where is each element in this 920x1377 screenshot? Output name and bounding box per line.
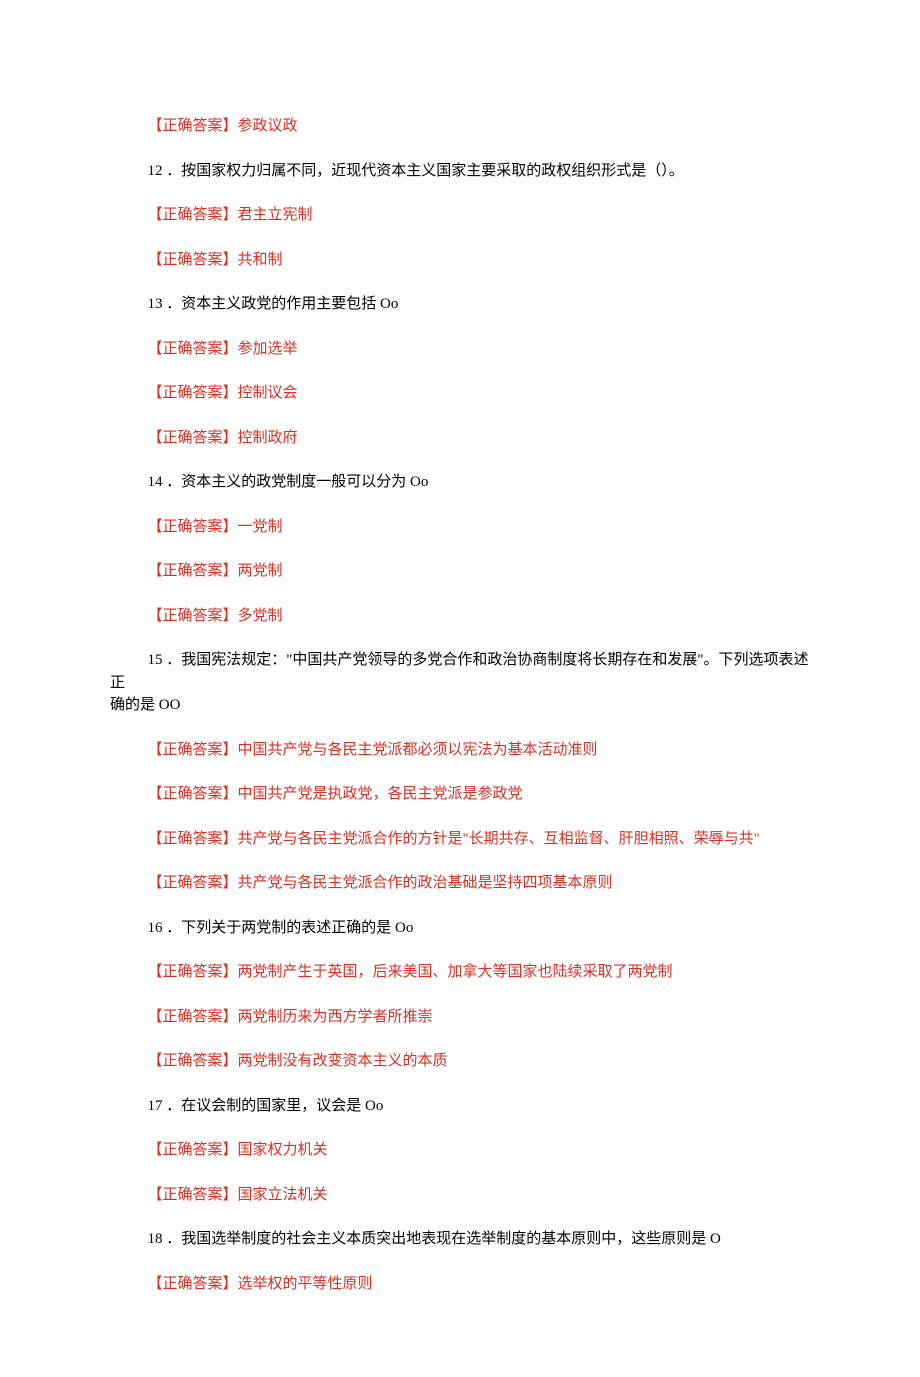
answer-text: 【正确答案】两党制没有改变资本主义的本质 xyxy=(110,1050,810,1073)
answer-text: 【正确答案】两党制产生于英国，后来美国、加拿大等国家也陆续采取了两党制 xyxy=(110,961,810,984)
answer-text: 【正确答案】两党制历来为西方学者所推崇 xyxy=(110,1006,810,1029)
answer-text: 【正确答案】共产党与各民主党派合作的政治基础是坚持四项基本原则 xyxy=(110,872,810,895)
question-text: 14 ．资本主义的政党制度一般可以分为 Oo xyxy=(110,471,810,494)
answer-text: 【正确答案】共和制 xyxy=(110,249,810,272)
answer-text: 【正确答案】两党制 xyxy=(110,560,810,583)
answer-text: 【正确答案】选举权的平等性原则 xyxy=(110,1273,810,1296)
question-text: 17 ．在议会制的国家里，议会是 Oo xyxy=(110,1095,810,1118)
question-line-1: 15 ．我国宪法规定："中国共产党领导的多党合作和政治协商制度将长期存在和发展"… xyxy=(110,649,810,694)
question-text: 18 ．我国选举制度的社会主义本质突出地表现在选举制度的基本原则中，这些原则是 … xyxy=(110,1228,810,1251)
question-text: 15 ．我国宪法规定："中国共产党领导的多党合作和政治协商制度将长期存在和发展"… xyxy=(110,649,810,717)
answer-text: 【正确答案】多党制 xyxy=(110,605,810,628)
answer-text: 【正确答案】共产党与各民主党派合作的方针是"长期共存、互相监督、肝胆相照、荣辱与… xyxy=(110,828,810,851)
answer-text: 【正确答案】控制政府 xyxy=(110,427,810,450)
answer-text: 【正确答案】中国共产党与各民主党派都必须以宪法为基本活动准则 xyxy=(110,739,810,762)
answer-text: 【正确答案】君主立宪制 xyxy=(110,204,810,227)
answer-text: 【正确答案】一党制 xyxy=(110,516,810,539)
question-text: 13 ．资本主义政党的作用主要包括 Oo xyxy=(110,293,810,316)
answer-text: 【正确答案】控制议会 xyxy=(110,382,810,405)
answer-text: 【正确答案】参加选举 xyxy=(110,338,810,361)
answer-text: 【正确答案】国家立法机关 xyxy=(110,1184,810,1207)
answer-text: 【正确答案】国家权力机关 xyxy=(110,1139,810,1162)
question-line-2: 确的是 OO xyxy=(110,697,180,713)
question-text: 12 ．按国家权力归属不同，近现代资本主义国家主要采取的政权组织形式是（）。 xyxy=(110,160,810,183)
answer-text: 【正确答案】参政议政 xyxy=(110,115,810,138)
question-text: 16 ．下列关于两党制的表述正确的是 Oo xyxy=(110,917,810,940)
answer-text: 【正确答案】中国共产党是执政党，各民主党派是参政党 xyxy=(110,783,810,806)
document-page: 【正确答案】参政议政 12 ．按国家权力归属不同，近现代资本主义国家主要采取的政权… xyxy=(0,0,920,1377)
